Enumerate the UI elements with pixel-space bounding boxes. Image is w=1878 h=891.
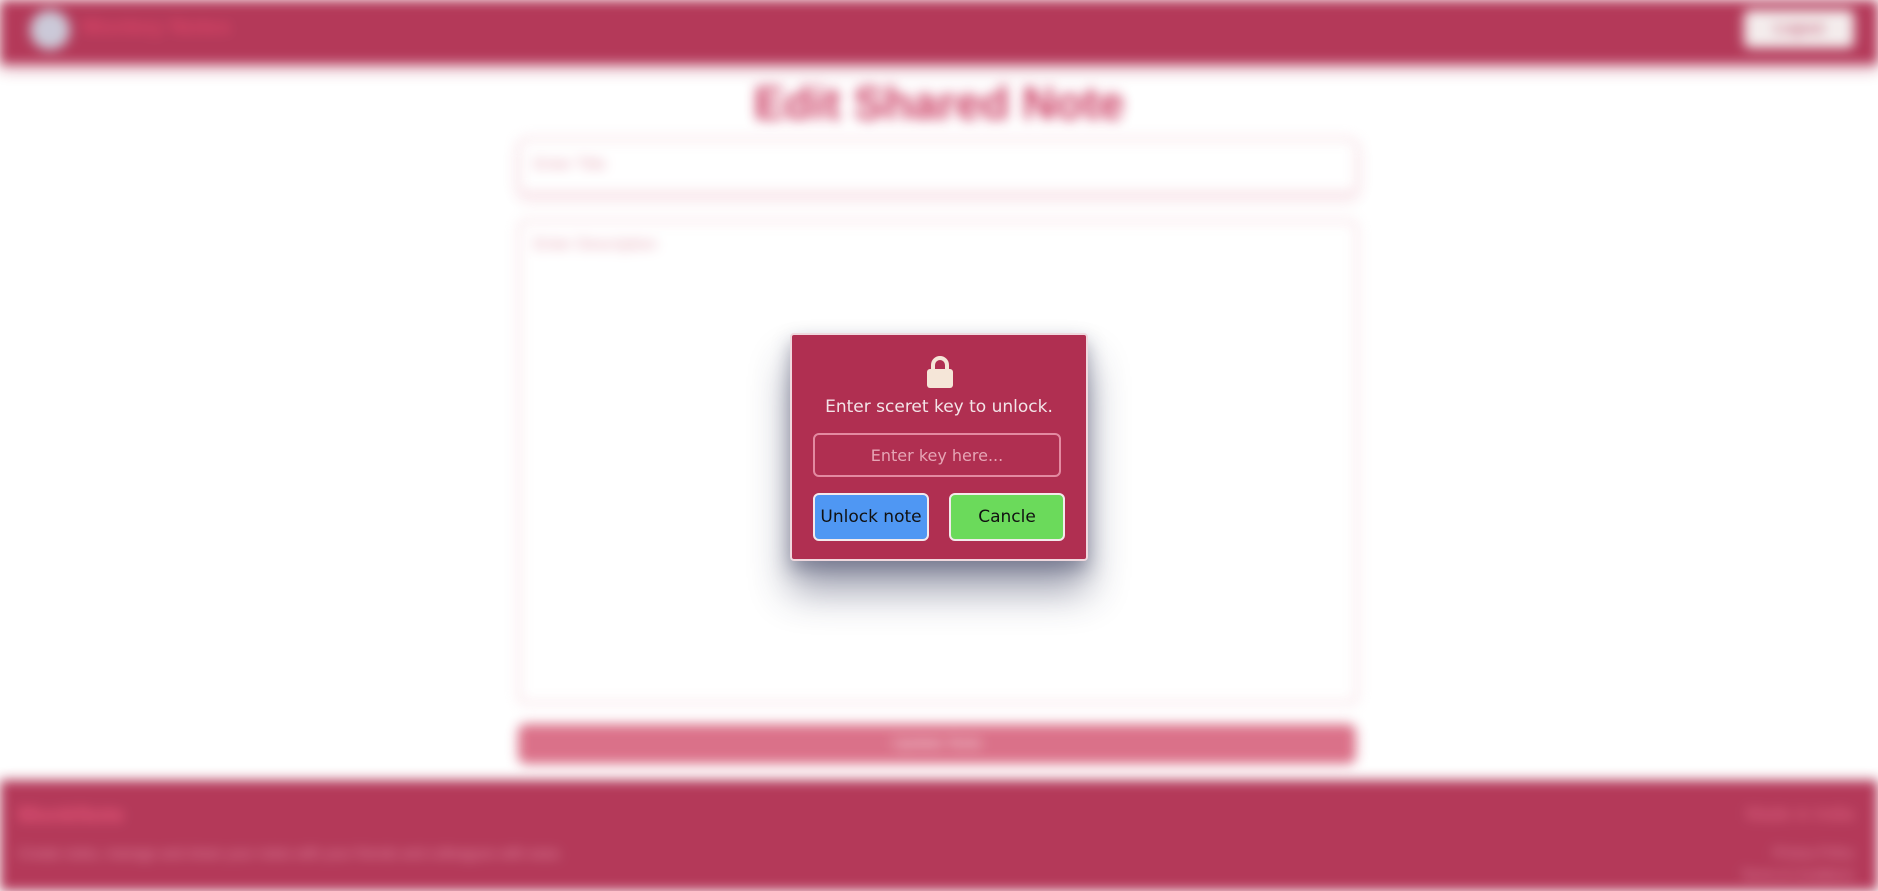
note-title-input[interactable]: Enter Title <box>518 138 1358 194</box>
footer-links: Privacy Policy Terms & Conditions <box>1741 842 1854 886</box>
page-title: Edit Shared Note <box>753 77 1125 129</box>
footer-right-heading: Made in India <box>1745 804 1854 824</box>
top-navbar: Monkey Notes Logout <box>0 0 1878 64</box>
cancel-button[interactable]: Cancle <box>949 493 1065 541</box>
unlock-note-button[interactable]: Unlock note <box>813 493 929 541</box>
unlock-note-modal: Enter sceret key to unlock. Unlock note … <box>790 333 1088 561</box>
description-placeholder: Enter Description <box>534 236 657 253</box>
title-placeholder: Enter Title <box>534 156 607 173</box>
unlock-message: Enter sceret key to unlock. <box>825 397 1053 417</box>
navbar-button[interactable]: Logout <box>1744 10 1854 48</box>
brand-logo <box>30 10 70 50</box>
brand-name: Monkey Notes <box>82 14 232 39</box>
update-note-button[interactable]: Update Note <box>518 724 1356 764</box>
footer-link-privacy[interactable]: Privacy Policy <box>1741 842 1854 864</box>
footer-heading: MonkNote <box>18 802 125 827</box>
footer: MonkNote Create notes, manage and share … <box>0 780 1878 891</box>
footer-text: Create notes, manage and share your note… <box>18 845 563 861</box>
footer-link-terms[interactable]: Terms & Conditions <box>1741 864 1854 886</box>
lock-icon <box>927 356 953 388</box>
secret-key-input[interactable] <box>813 433 1061 477</box>
